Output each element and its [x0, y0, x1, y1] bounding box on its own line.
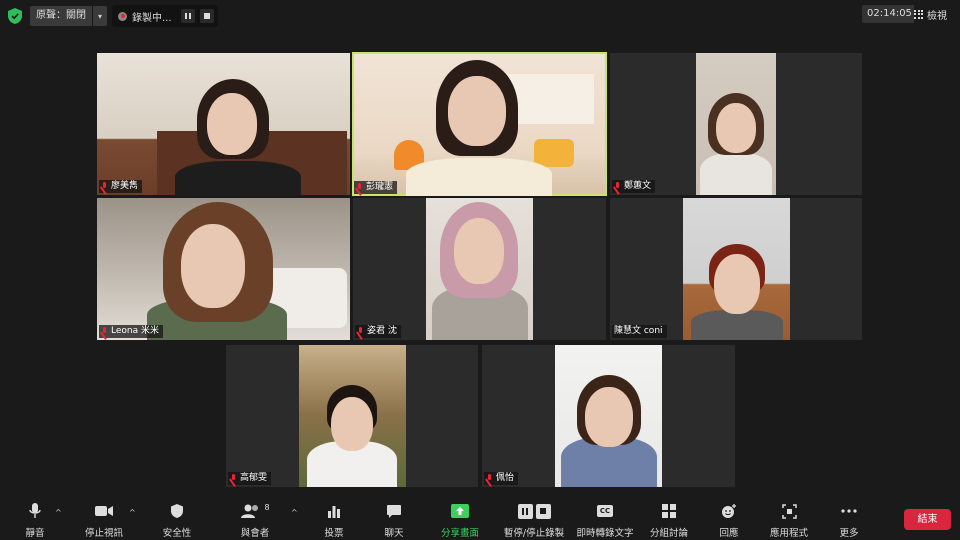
- participant-name-tag: 高郁雯: [228, 472, 272, 485]
- participant-video: [97, 198, 350, 340]
- meeting-timer: 02:14:05: [862, 5, 917, 23]
- view-button[interactable]: 檢視: [914, 5, 947, 23]
- video-tile[interactable]: 鄭蕙文: [610, 53, 862, 195]
- video-tile[interactable]: 陳慧文 coni: [610, 198, 862, 340]
- microphone-icon: [28, 502, 42, 520]
- video-tile[interactable]: 佩怡: [482, 345, 735, 487]
- more-dots-icon: [841, 502, 857, 520]
- muted-mic-icon: [101, 327, 108, 336]
- security-shield-icon[interactable]: [7, 7, 23, 25]
- participant-name-tag: 彭瓏憲: [354, 181, 398, 194]
- participant-name-tag: 鄭蕙文: [612, 180, 656, 193]
- video-tile[interactable]: 廖美雋: [97, 53, 350, 195]
- pause-stop-recording-button[interactable]: 暫停/停止錄製: [499, 502, 569, 539]
- pause-recording-button[interactable]: [180, 9, 195, 23]
- original-sound-label[interactable]: 原聲：關閉: [30, 6, 92, 26]
- pause-stop-icon: [517, 502, 551, 520]
- participant-video: [696, 53, 776, 195]
- more-button[interactable]: 更多: [814, 502, 884, 539]
- top-bar: 原聲：關閉 ▾ 錄製中... 02:14:05 檢視: [0, 0, 960, 32]
- participants-options-caret-icon[interactable]: ^: [291, 508, 298, 517]
- view-label: 檢視: [927, 10, 947, 22]
- grid-icon: [914, 9, 923, 19]
- share-screen-icon: [451, 502, 469, 520]
- mute-options-caret-icon[interactable]: ^: [55, 508, 62, 517]
- participants-icon: 8: [240, 502, 270, 520]
- chat-button[interactable]: 聊天: [359, 502, 429, 539]
- stop-icon: [203, 13, 210, 19]
- recording-label: 錄製中...: [132, 12, 172, 24]
- muted-mic-icon: [356, 183, 363, 192]
- video-tile[interactable]: 姿君 沈: [353, 198, 606, 340]
- participant-video: [97, 53, 350, 195]
- recording-dot-icon: [118, 11, 127, 21]
- video-tile-active-speaker[interactable]: 彭瓏憲: [352, 52, 607, 196]
- video-tile[interactable]: 高郁雯: [226, 345, 478, 487]
- participant-name-tag: 廖美雋: [99, 180, 143, 193]
- original-sound-control[interactable]: 原聲：關閉 ▾: [30, 6, 107, 26]
- participant-video: [555, 345, 662, 487]
- muted-mic-icon: [230, 474, 237, 483]
- participant-name-tag: 佩怡: [484, 472, 519, 485]
- video-options-caret-icon[interactable]: ^: [129, 508, 136, 517]
- live-transcript-button[interactable]: CC 即時轉錄文字: [570, 502, 640, 539]
- participant-video: [426, 198, 533, 340]
- participants-button[interactable]: 8 與會者: [220, 502, 290, 540]
- pause-icon: [184, 13, 191, 19]
- participant-video: [299, 345, 406, 487]
- bar-chart-icon: [327, 502, 341, 520]
- participants-count: 8: [264, 502, 270, 512]
- muted-mic-icon: [614, 182, 621, 191]
- recording-indicator: 錄製中...: [112, 5, 218, 27]
- security-button[interactable]: 安全性: [142, 502, 212, 539]
- chat-bubble-icon: [386, 502, 402, 520]
- participant-name-tag: Leona 米米: [99, 325, 163, 338]
- breakout-rooms-icon: [661, 502, 677, 520]
- apps-icon: [781, 502, 797, 520]
- muted-mic-icon: [486, 474, 493, 483]
- share-screen-button[interactable]: 分享畫面: [425, 502, 495, 539]
- video-tile[interactable]: Leona 米米: [97, 198, 350, 340]
- emoji-plus-icon: [721, 502, 737, 520]
- closed-caption-icon: CC: [596, 502, 614, 520]
- chevron-down-icon[interactable]: ▾: [93, 6, 107, 26]
- participant-name-tag: 姿君 沈: [355, 325, 401, 338]
- stop-recording-button[interactable]: [199, 9, 214, 23]
- video-camera-icon: [94, 502, 114, 520]
- participant-video: [354, 54, 605, 196]
- meeting-toolbar: 靜音 ^ 停止視訊 ^ 安全性 8 與會者 ^ 投票 聊天 分享畫面 暫停/停止…: [0, 496, 960, 540]
- shield-icon: [170, 502, 184, 520]
- participant-name-tag: 陳慧文 coni: [612, 325, 667, 338]
- muted-mic-icon: [101, 182, 108, 191]
- muted-mic-icon: [357, 327, 364, 336]
- end-meeting-button[interactable]: 結束: [904, 509, 951, 530]
- participant-video: [683, 198, 790, 340]
